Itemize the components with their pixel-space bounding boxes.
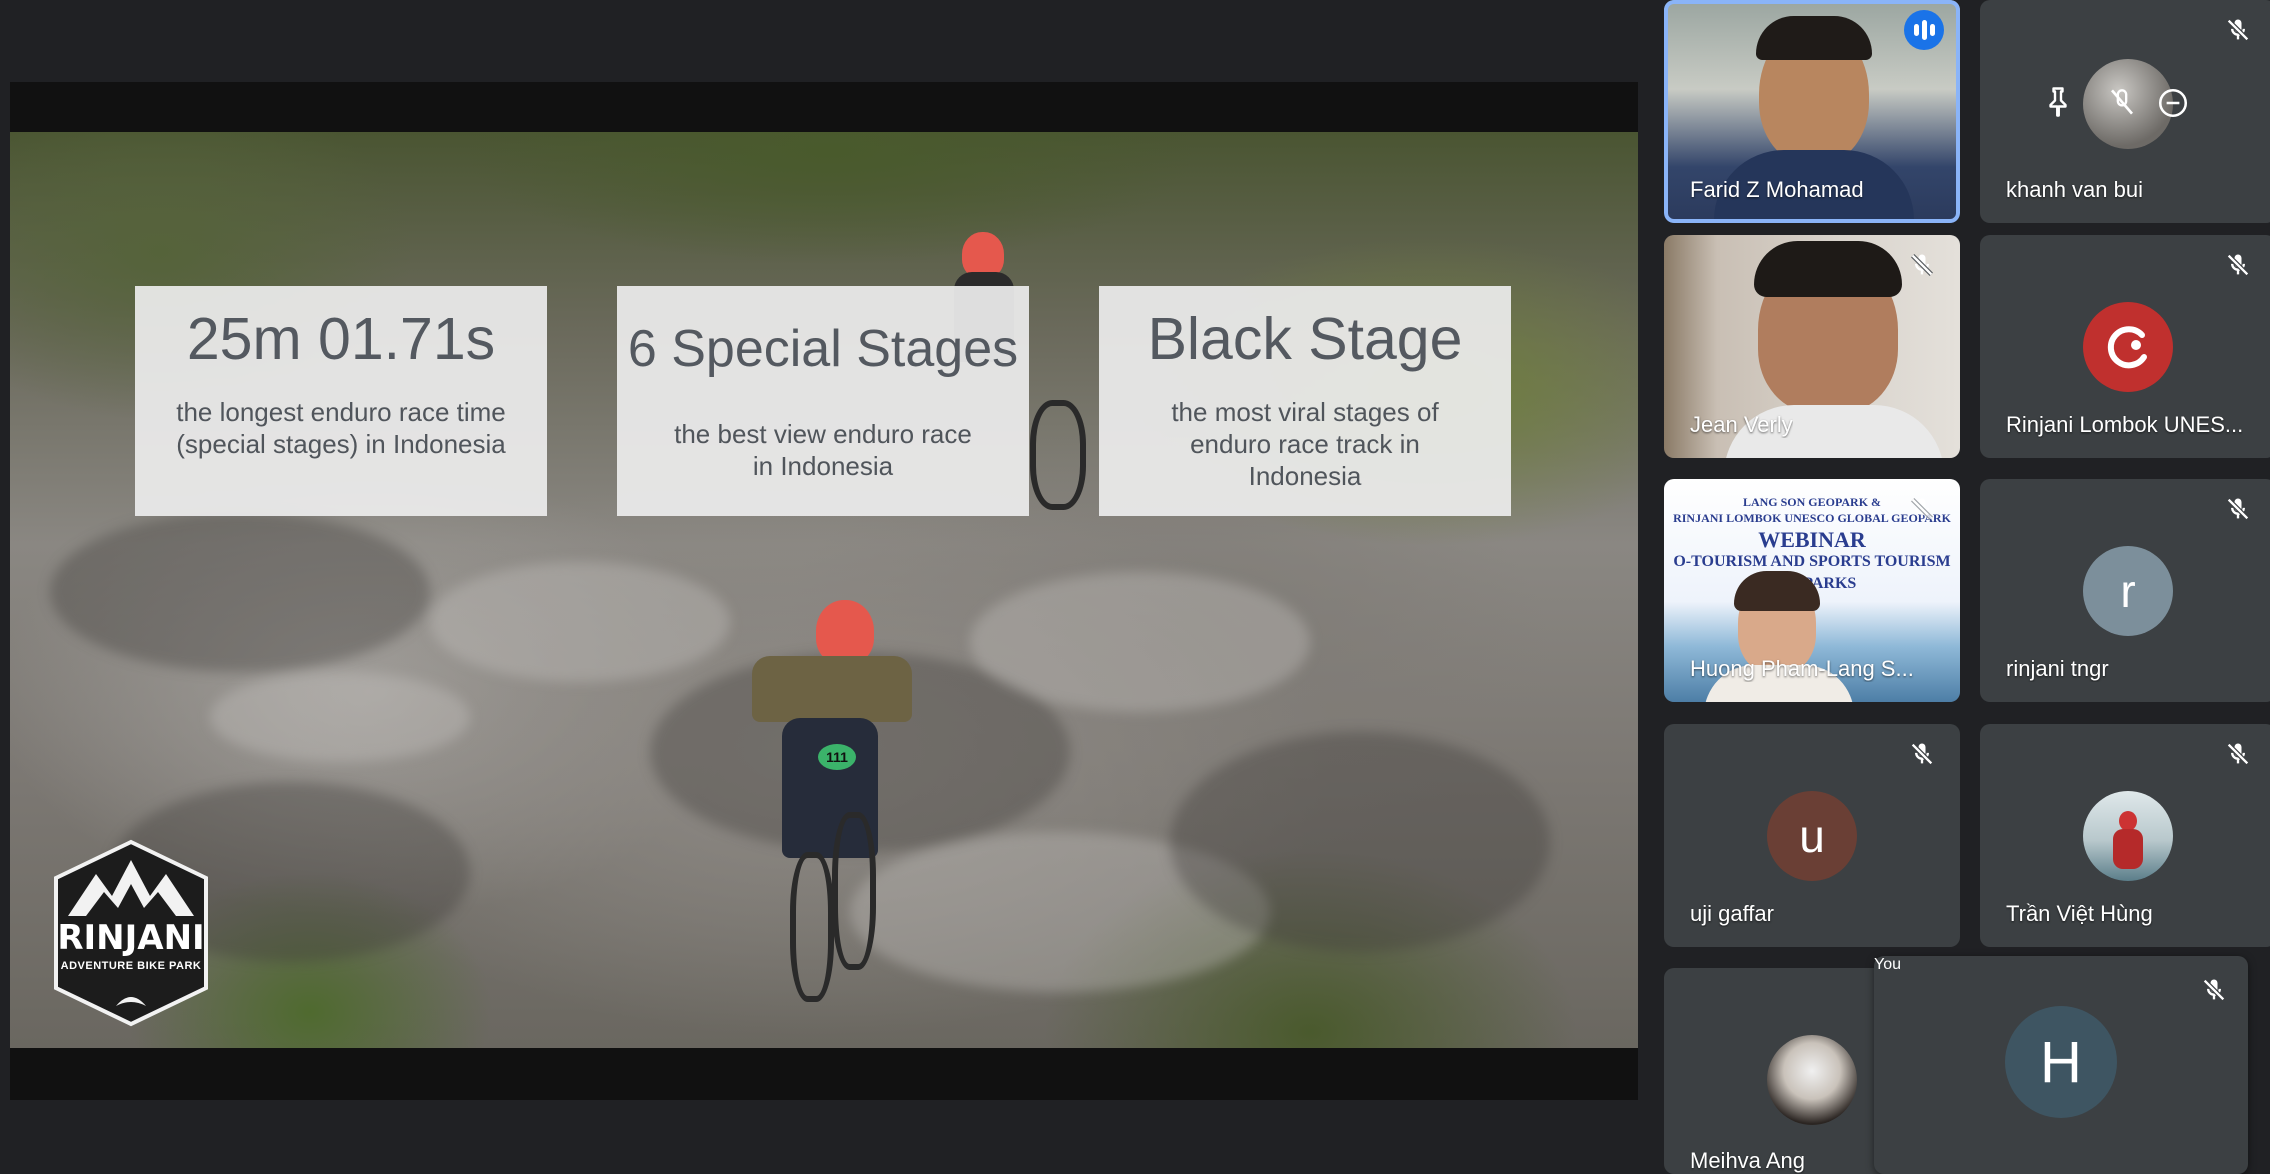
participant-tile[interactable]: r rinjani tngr (1980, 479, 2270, 702)
participant-name: Meihva Ang (1690, 1148, 1805, 1173)
bib-number: 111 (818, 744, 856, 770)
mic-off-icon (2227, 19, 2249, 41)
stat-card-headline: Black Stage (1147, 306, 1463, 372)
participant-name: Trần Việt Hùng (2006, 901, 2153, 926)
participant-name: khanh van bui (2006, 177, 2143, 202)
mic-off-icon (1911, 254, 1933, 276)
stat-card-caption: the best view enduro race in Indonesia (674, 419, 972, 481)
stat-card-black-stage: Black Stage the most viral stages of end… (1099, 286, 1511, 516)
self-name: You (1874, 956, 1901, 973)
participant-name: Rinjani Lombok UNES... (2006, 412, 2244, 437)
participant-avatar: r (2083, 546, 2173, 636)
remove-from-call-icon[interactable] (2156, 86, 2190, 120)
participant-name: uji gaffar (1690, 901, 1774, 926)
rider-jersey (752, 656, 912, 722)
stat-card-stages: 6 Special Stages the best view enduro ra… (617, 286, 1029, 516)
webinar-banner-line: O-TOURISM AND SPORTS TOURISM (1673, 553, 1951, 570)
slide-image: 111 25m 01.71s the longest enduro race t… (10, 132, 1638, 1048)
self-view-tile[interactable]: H You (1874, 956, 2248, 1174)
participant-tile[interactable]: Jean Verly (1664, 235, 1960, 458)
participant-tile[interactable]: Farid Z Mohamad (1664, 0, 1960, 223)
tile-hover-actions (2040, 78, 2210, 128)
participant-name: Jean Verly (1690, 412, 1793, 437)
rider-front-helmet (816, 600, 874, 664)
mute-participant-icon[interactable] (2102, 82, 2142, 122)
stat-card-time: 25m 01.71s the longest enduro race time … (135, 286, 547, 516)
mic-off-icon (2227, 254, 2249, 276)
participant-avatar (1767, 1035, 1857, 1125)
participant-name: Farid Z Mohamad (1690, 177, 1864, 202)
participant-tile[interactable]: Rinjani Lombok UNES... (1980, 235, 2270, 458)
stat-card-caption: the longest enduro race time (special st… (176, 397, 506, 459)
stat-card-headline: 6 Special Stages (627, 320, 1019, 378)
participant-tile[interactable]: Trần Việt Hùng (1980, 724, 2270, 947)
participant-tile[interactable]: LANG SON GEOPARK & RINJANI LOMBOK UNESCO… (1664, 479, 1960, 702)
stat-card-headline: 25m 01.71s (186, 306, 496, 372)
pin-icon[interactable] (2040, 84, 2076, 120)
geopark-logo-icon (2107, 326, 2147, 369)
stat-card-caption: the most viral stages of enduro race tra… (1171, 397, 1439, 491)
self-avatar: H (2005, 1006, 2117, 1118)
participant-avatar: u (1767, 791, 1857, 881)
presentation-screen[interactable]: 111 25m 01.71s the longest enduro race t… (10, 82, 1638, 1100)
participant-name: rinjani tngr (2006, 656, 2109, 681)
participant-name: Huong Pham-Lang S... (1690, 656, 1914, 681)
participant-tile[interactable]: u uji gaffar (1664, 724, 1960, 947)
bike-wheel (790, 852, 834, 1002)
participant-tile[interactable]: khanh van bui (1980, 0, 2270, 223)
mic-off-icon (1911, 743, 1933, 765)
participant-avatar (2083, 791, 2173, 881)
meeting-stage: 111 25m 01.71s the longest enduro race t… (0, 0, 2270, 1174)
logo-subtitle: ADVENTURE BIKE PARK (60, 960, 202, 972)
participant-avatar (2083, 302, 2173, 392)
logo-title: RINJANI (57, 918, 205, 958)
mic-off-icon (2203, 979, 2225, 1001)
webinar-banner-line: WEBINAR (1758, 527, 1866, 552)
speaking-indicator-icon (1904, 10, 1944, 50)
rinjani-logo: RINJANI ADVENTURE BIKE PARK (46, 838, 216, 1028)
mic-off-icon (1911, 498, 1933, 520)
mic-off-icon (2227, 743, 2249, 765)
mic-off-icon (2227, 498, 2249, 520)
